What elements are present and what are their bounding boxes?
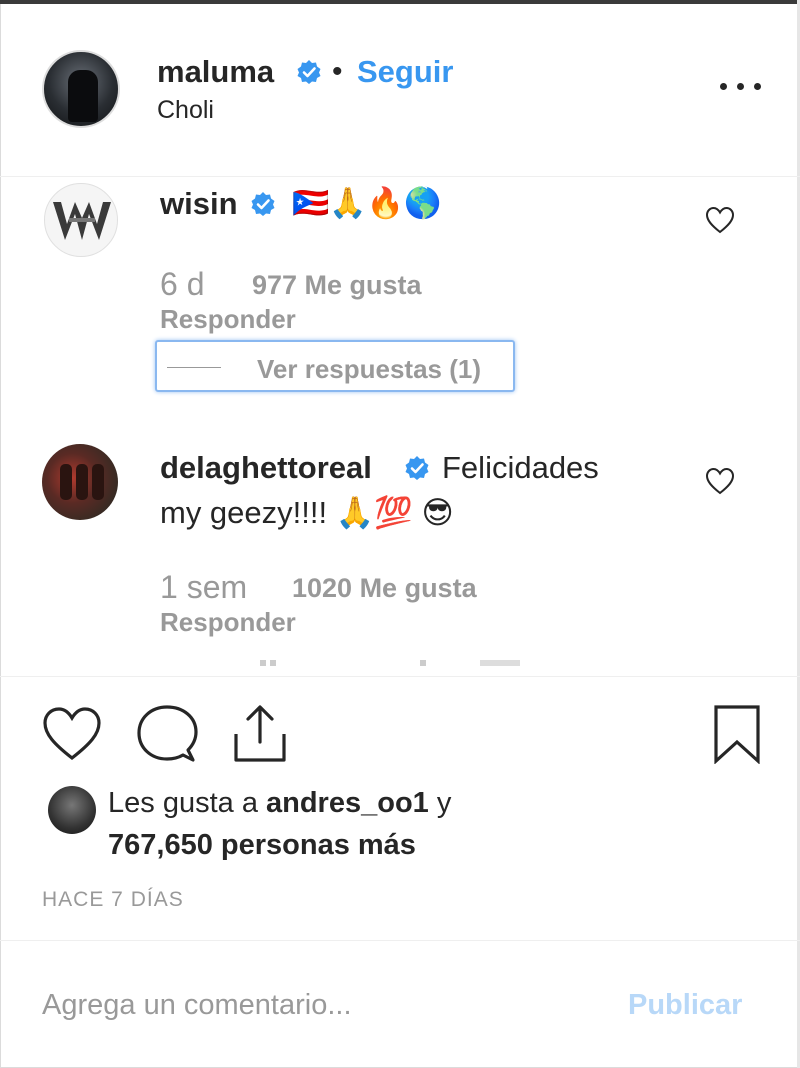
- liked-by-user-link[interactable]: andres_oo1: [266, 787, 429, 819]
- like-comment-heart-icon[interactable]: [705, 206, 735, 234]
- like-comment-heart-icon[interactable]: [705, 467, 735, 495]
- comment-text: 🇵🇷🙏🔥🌎: [292, 186, 442, 221]
- comment-input-divider: [0, 940, 800, 941]
- comment-likes[interactable]: 977 Me gusta: [252, 270, 422, 301]
- verified-icon: [251, 192, 275, 216]
- liked-by-prefix: Les gusta a: [108, 787, 266, 819]
- heart-icon[interactable]: [42, 706, 102, 762]
- avatar-figure: [68, 70, 98, 122]
- comment-likes[interactable]: 1020 Me gusta: [292, 573, 477, 604]
- actions-divider: [0, 676, 800, 677]
- verified-icon: [297, 60, 321, 84]
- comment-text-line1: Felicidades: [442, 450, 599, 485]
- post-location[interactable]: Choli: [157, 96, 214, 125]
- w-logo-icon: [53, 202, 111, 240]
- separator-dot: •: [332, 55, 343, 88]
- liked-by-conjunction: y: [428, 787, 452, 819]
- commenter-avatar-wisin[interactable]: [44, 183, 118, 257]
- comment-icon[interactable]: [136, 704, 198, 764]
- author-avatar[interactable]: [42, 50, 120, 128]
- liker-avatar[interactable]: [48, 786, 96, 834]
- more-options-icon[interactable]: [720, 78, 762, 94]
- comment-input[interactable]: Agrega un comentario...: [42, 989, 352, 1022]
- comment-time[interactable]: 6 d: [160, 266, 204, 303]
- view-replies-label: Ver respuestas (1): [257, 354, 482, 384]
- reply-button[interactable]: Responder: [160, 304, 296, 335]
- view-replies-button[interactable]: Ver respuestas (1): [155, 340, 515, 392]
- author-username[interactable]: maluma: [157, 54, 274, 90]
- bookmark-icon[interactable]: [712, 704, 762, 764]
- comment-username[interactable]: wisin: [160, 186, 238, 222]
- post-timestamp[interactable]: HACE 7 DÍAS: [42, 888, 184, 912]
- share-icon[interactable]: [232, 704, 288, 764]
- comment-time[interactable]: 1 sem: [160, 569, 247, 606]
- reply-button[interactable]: Responder: [160, 607, 296, 638]
- comment-text-line2: my geezy!!!! 🙏💯 😎: [160, 495, 454, 530]
- liked-by-text: Les gusta a andres_oo1 y: [108, 787, 451, 820]
- clipped-comment-fragment: [260, 660, 520, 666]
- post-header: maluma • Seguir Choli: [0, 0, 800, 177]
- commenter-avatar-delaghettoreal[interactable]: [42, 444, 118, 520]
- replies-line: [167, 367, 221, 368]
- publish-button[interactable]: Publicar: [628, 989, 742, 1022]
- verified-icon: [405, 456, 429, 480]
- follow-button[interactable]: Seguir: [357, 54, 453, 90]
- comment-username[interactable]: delaghettoreal: [160, 450, 372, 486]
- likes-count-link[interactable]: 767,650 personas más: [108, 829, 416, 862]
